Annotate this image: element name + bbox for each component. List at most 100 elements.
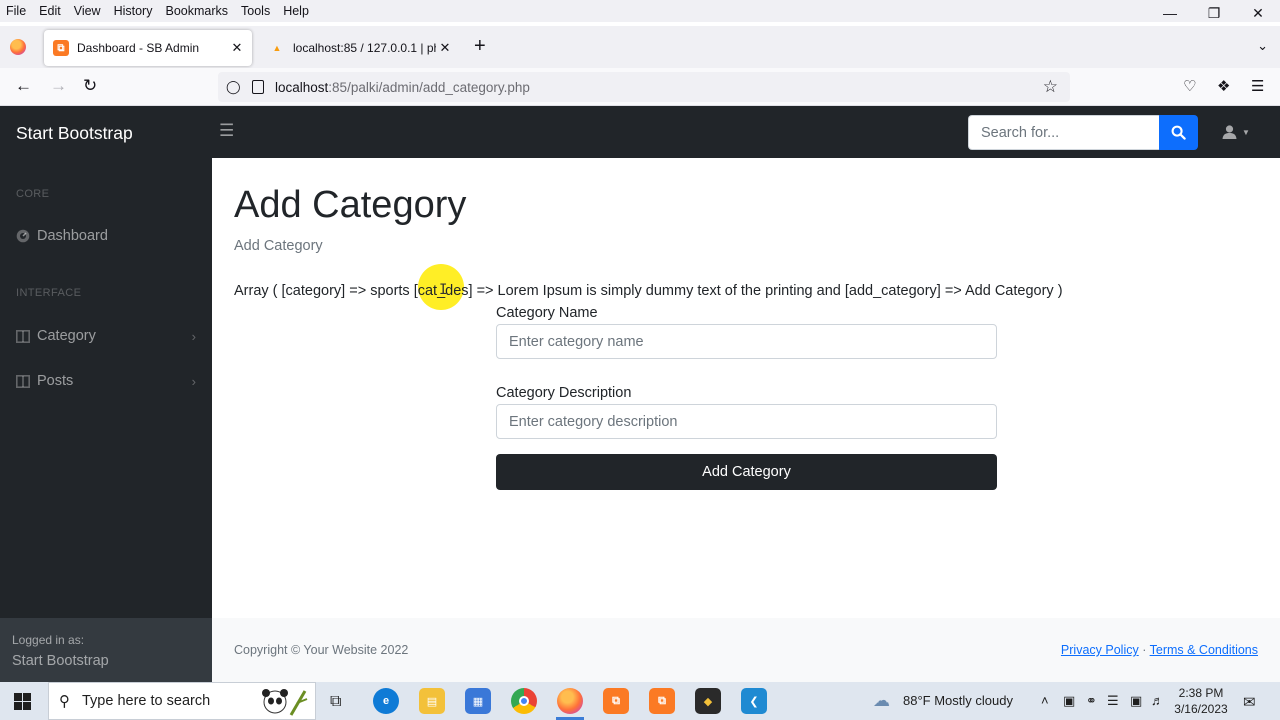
- git-tool-icon[interactable]: ◆: [695, 688, 721, 714]
- category-description-input[interactable]: [496, 404, 997, 439]
- close-window-icon[interactable]: ✕: [1236, 0, 1280, 26]
- tab-title: Dashboard - SB Admin: [77, 41, 200, 55]
- reload-icon[interactable]: ↻: [83, 76, 97, 96]
- navbar-brand[interactable]: Start Bootstrap: [16, 123, 133, 144]
- breadcrumb: Add Category: [234, 238, 323, 254]
- menu-help[interactable]: Help: [277, 4, 316, 18]
- shield-icon[interactable]: ◯: [226, 79, 242, 95]
- debug-output: Array ( [category] => sports [cat_des] =…: [234, 283, 1063, 299]
- tab-dashboard[interactable]: ⧉ Dashboard - SB Admin ✕: [44, 30, 252, 66]
- browser-menubar: File Edit View History Bookmarks Tools H…: [0, 0, 1280, 22]
- sidebar-item-posts[interactable]: Posts ›: [16, 373, 200, 389]
- chevron-right-icon: ›: [191, 373, 196, 389]
- url-host: localhost: [275, 79, 329, 95]
- firefox-icon[interactable]: [557, 688, 583, 714]
- extensions-icon[interactable]: ❖: [1217, 77, 1230, 95]
- new-tab-icon[interactable]: +: [474, 35, 486, 58]
- firefox-view-icon[interactable]: [10, 39, 26, 55]
- caret-down-icon: ▼: [1242, 127, 1250, 137]
- wifi-icon[interactable]: ☰: [1107, 693, 1119, 709]
- hamburger-menu-icon[interactable]: ☰: [1251, 77, 1264, 95]
- search-icon: ⚲: [59, 693, 70, 710]
- menu-view[interactable]: View: [68, 4, 108, 18]
- main-content: Add Category Add Category Array ( [categ…: [212, 158, 1280, 682]
- vscode-icon[interactable]: ❮: [741, 688, 767, 714]
- search-icon: [1171, 125, 1186, 140]
- sidebar-item-category[interactable]: Category ›: [16, 328, 200, 344]
- category-name-label: Category Name: [496, 305, 598, 321]
- search-input[interactable]: [968, 115, 1159, 150]
- taskbar-clock[interactable]: 2:38 PM 3/16/2023: [1172, 685, 1230, 717]
- user-icon: [1222, 125, 1237, 139]
- phpmyadmin-favicon-icon: ▲: [272, 43, 282, 53]
- list-tabs-icon[interactable]: ⌄: [1257, 38, 1268, 54]
- tab-title: localhost:85 / 127.0.0.1 | phpMy: [293, 41, 436, 55]
- network-icon[interactable]: ▣: [1130, 693, 1142, 709]
- edge-icon[interactable]: e: [373, 688, 399, 714]
- sidebar-item-label: Category: [37, 328, 96, 344]
- sidebar-heading-interface: INTERFACE: [16, 287, 82, 299]
- menu-bookmarks[interactable]: Bookmarks: [159, 4, 235, 18]
- url-path: :85/palki/admin/add_category.php: [328, 79, 530, 95]
- file-explorer-icon[interactable]: ▤: [419, 688, 445, 714]
- show-hidden-icons-icon[interactable]: ˄: [1041, 693, 1049, 708]
- chrome-icon[interactable]: [511, 688, 537, 714]
- microphone-icon[interactable]: ⚭: [1086, 693, 1097, 709]
- menu-history[interactable]: History: [108, 4, 160, 18]
- sidebar: CORE Dashboard INTERFACE Category › Post…: [0, 158, 212, 682]
- task-view-icon[interactable]: ⧉: [330, 693, 341, 711]
- pocket-icon[interactable]: ♡: [1183, 77, 1196, 95]
- menu-tools[interactable]: Tools: [235, 4, 277, 18]
- volume-icon[interactable]: ♬: [1151, 693, 1164, 708]
- user-dropdown[interactable]: ▼: [1222, 125, 1250, 139]
- clock-date: 3/16/2023: [1174, 702, 1228, 716]
- back-icon[interactable]: ←: [15, 76, 32, 96]
- sidebar-toggle-icon[interactable]: ☰: [219, 121, 234, 141]
- xampp-favicon-icon: ⧉: [53, 40, 69, 56]
- xampp-control-icon[interactable]: ⧉: [649, 688, 675, 714]
- sidebar-heading-core: CORE: [16, 188, 50, 200]
- browser-toolbar: ← → ↻ ◯ localhost:85/palki/admin/add_cat…: [0, 68, 1280, 106]
- xampp-icon[interactable]: ⧉: [603, 688, 629, 714]
- windows-start-icon[interactable]: [14, 693, 31, 710]
- terms-link[interactable]: Terms & Conditions: [1150, 643, 1258, 657]
- gauge-icon: [16, 229, 30, 243]
- chevron-right-icon: ›: [191, 328, 196, 344]
- taskbar-search-text: Type here to search: [82, 693, 211, 709]
- notifications-icon[interactable]: ✉: [1243, 693, 1256, 711]
- tab-phpmyadmin[interactable]: ▲ localhost:85 / 127.0.0.1 | phpMy ✕: [260, 30, 460, 66]
- search-button[interactable]: [1159, 115, 1198, 150]
- app-topnav: Start Bootstrap ☰ ▼: [0, 106, 1280, 158]
- windows-taskbar: ⚲ Type here to search ⧉ e ▤ ▦ ⧉ ⧉ ◆ ❮ ☁ …: [0, 682, 1280, 720]
- page-footer: Copyright © Your Website 2022 Privacy Po…: [212, 618, 1280, 682]
- logged-in-label: Logged in as:: [12, 633, 85, 647]
- close-tab-icon[interactable]: ✕: [228, 40, 246, 56]
- close-tab-icon[interactable]: ✕: [436, 40, 454, 56]
- sidebar-footer: Logged in as: Start Bootstrap: [0, 618, 212, 682]
- menu-edit[interactable]: Edit: [33, 4, 68, 18]
- weather-text[interactable]: 88°F Mostly cloudy: [903, 693, 1013, 708]
- page-title: Add Category: [234, 184, 467, 226]
- text-cursor-icon: I: [439, 282, 448, 298]
- store-icon[interactable]: ▦: [465, 688, 491, 714]
- cloud-icon: ☁: [873, 691, 890, 710]
- clock-time: 2:38 PM: [1178, 686, 1224, 700]
- minimize-icon[interactable]: —: [1148, 0, 1192, 26]
- sidebar-item-dashboard[interactable]: Dashboard: [16, 228, 200, 244]
- category-description-label: Category Description: [496, 385, 632, 401]
- forward-icon[interactable]: →: [50, 76, 67, 96]
- columns-icon: [16, 374, 30, 388]
- taskbar-search[interactable]: ⚲ Type here to search: [48, 682, 316, 720]
- category-name-input[interactable]: [496, 324, 997, 359]
- menu-file[interactable]: File: [0, 4, 33, 18]
- add-category-button[interactable]: Add Category: [496, 454, 997, 490]
- restore-icon[interactable]: ❐: [1192, 0, 1236, 26]
- bookmark-star-icon[interactable]: ☆: [1043, 77, 1058, 97]
- columns-icon: [16, 329, 30, 343]
- page-info-icon[interactable]: [252, 80, 264, 94]
- window-controls: — ❐ ✕: [1148, 0, 1280, 26]
- privacy-policy-link[interactable]: Privacy Policy: [1061, 643, 1139, 657]
- sidebar-item-label: Dashboard: [37, 228, 108, 244]
- meet-now-icon[interactable]: ▣: [1063, 693, 1075, 709]
- url-bar[interactable]: ◯ localhost:85/palki/admin/add_category.…: [218, 72, 1070, 102]
